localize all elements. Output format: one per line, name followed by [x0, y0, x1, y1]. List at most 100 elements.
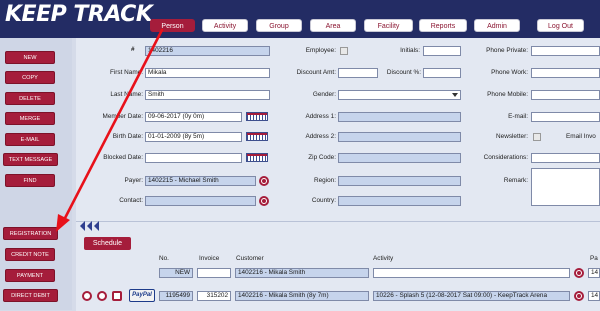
employee-checkbox[interactable]: [340, 47, 348, 55]
zip-code-field: [338, 153, 461, 163]
gender-select[interactable]: [338, 90, 461, 100]
contact-field: [145, 196, 256, 206]
phone-work-field[interactable]: [531, 68, 600, 78]
first-name-field[interactable]: Mikala: [145, 68, 270, 78]
person-id-field: 1402216: [145, 46, 270, 56]
last-name-label: Last Name:: [110, 91, 143, 98]
column-header-no: No.: [159, 255, 169, 262]
delete-icon[interactable]: [82, 291, 92, 301]
email-invoice-label: Email Invo: [566, 133, 596, 140]
calendar-icon[interactable]: [246, 153, 268, 162]
phone-work-label: Phone Work:: [491, 69, 528, 76]
find-button[interactable]: FIND: [5, 174, 55, 187]
considerations-label: Considerations:: [483, 154, 528, 161]
email-label: E-mail:: [508, 113, 528, 120]
region-field: [338, 176, 461, 186]
copy-icon[interactable]: [112, 291, 122, 301]
address1-field: [338, 112, 461, 122]
copy-button[interactable]: COPY: [5, 71, 55, 84]
phone-private-label: Phone Private:: [486, 47, 528, 54]
tab-area[interactable]: Area: [310, 19, 356, 32]
row-activity: 10226 - Splash 5 (12-08-2017 Sat 09:00) …: [373, 291, 570, 301]
first-name-label: First Name:: [109, 69, 143, 76]
schedule-button[interactable]: Schedule: [84, 237, 131, 250]
address2-field: [338, 132, 461, 142]
merge-button[interactable]: MERGE: [5, 112, 55, 125]
email-button[interactable]: E-MAIL: [5, 133, 55, 146]
credit-note-button[interactable]: CREDIT NOTE: [5, 248, 55, 261]
phone-mobile-field[interactable]: [531, 90, 600, 100]
contact-label: Contact:: [119, 197, 143, 204]
new-row-pa: 14: [588, 268, 600, 278]
country-field: [338, 196, 461, 206]
blocked-date-label: Blocked Date:: [103, 154, 143, 161]
new-row-no: NEW: [159, 268, 193, 278]
phone-mobile-label: Phone Mobile:: [487, 91, 528, 98]
initials-label: Initials:: [400, 47, 420, 54]
paypal-icon[interactable]: PayPal: [129, 289, 155, 302]
tab-facility[interactable]: Facility: [364, 19, 413, 32]
tab-activity[interactable]: Activity: [202, 19, 248, 32]
considerations-field[interactable]: [531, 153, 600, 163]
calendar-icon[interactable]: [246, 112, 268, 121]
print-icon[interactable]: [97, 291, 107, 301]
prev-arrow[interactable]: [94, 221, 99, 231]
id-hash-label: #: [131, 46, 135, 53]
remark-label: Remark:: [503, 177, 528, 184]
row-pa: 14: [588, 291, 600, 301]
phone-private-field[interactable]: [531, 46, 600, 56]
prev-page-arrow[interactable]: [87, 221, 92, 231]
row-no: 1195499: [159, 291, 193, 301]
search-icon[interactable]: [259, 176, 269, 186]
payment-button[interactable]: PAYMENT: [5, 269, 55, 282]
region-label: Region:: [313, 177, 336, 184]
newsletter-label: Newsletter:: [496, 133, 528, 140]
country-label: Country:: [311, 197, 336, 204]
column-header-activity: Activity: [373, 255, 394, 262]
newsletter-checkbox[interactable]: [533, 133, 541, 141]
address2-label: Address 2:: [305, 133, 336, 140]
tab-log-out[interactable]: Log Out: [537, 19, 584, 32]
search-icon[interactable]: [259, 196, 269, 206]
tab-admin[interactable]: Admin: [474, 19, 520, 32]
column-header-pa: Pa: [590, 255, 598, 262]
column-header-customer: Customer: [236, 255, 264, 262]
member-date-field[interactable]: 09-06-2017 (0y 0m): [145, 112, 242, 122]
employee-label: Employee:: [305, 47, 336, 54]
row-invoice: 315202: [197, 291, 231, 301]
birth-date-label: Birth Date:: [112, 133, 143, 140]
delete-button[interactable]: DELETE: [5, 92, 55, 105]
initials-field[interactable]: [423, 46, 461, 56]
tab-person[interactable]: Person: [150, 19, 195, 32]
calendar-icon[interactable]: [246, 132, 268, 141]
last-name-field[interactable]: Smith: [145, 90, 270, 100]
new-row-activity[interactable]: [373, 268, 570, 278]
direct-debit-button[interactable]: DIRECT DEBIT: [3, 289, 58, 302]
first-page-arrow[interactable]: [80, 221, 85, 231]
search-icon[interactable]: [574, 268, 584, 278]
text-message-button[interactable]: TEXT MESSAGE: [3, 153, 58, 166]
app-logo: KEEP TRACK: [5, 2, 153, 27]
new-row-customer: 1402216 - Mikala Smith: [235, 268, 369, 278]
new-row-invoice: [197, 268, 231, 278]
column-header-invoice: Invoice: [199, 255, 220, 262]
row-customer: 1402216 - Mikala Smith (8y 7m): [235, 291, 369, 301]
registration-button[interactable]: REGISTRATION: [3, 227, 58, 240]
remark-textarea[interactable]: [531, 168, 600, 206]
discount-pct-label: Discount %:: [386, 69, 421, 76]
tab-reports[interactable]: Reports: [419, 19, 467, 32]
discount-amt-field[interactable]: [338, 68, 378, 78]
discount-pct-field[interactable]: [423, 68, 461, 78]
address1-label: Address 1:: [305, 113, 336, 120]
birth-date-field[interactable]: 01-01-2009 (8y 5m): [145, 132, 242, 142]
discount-amt-label: Discount Amt:: [296, 69, 336, 76]
tab-group[interactable]: Group: [256, 19, 302, 32]
chevron-down-icon: [452, 93, 458, 97]
blocked-date-field[interactable]: [145, 153, 242, 163]
gender-label: Gender:: [312, 91, 336, 98]
payer-field: 1402215 - Michael Smith: [145, 176, 256, 186]
search-icon[interactable]: [574, 291, 584, 301]
email-field[interactable]: [531, 112, 600, 122]
payer-label: Payer:: [124, 177, 143, 184]
new-button[interactable]: NEW: [5, 51, 55, 64]
